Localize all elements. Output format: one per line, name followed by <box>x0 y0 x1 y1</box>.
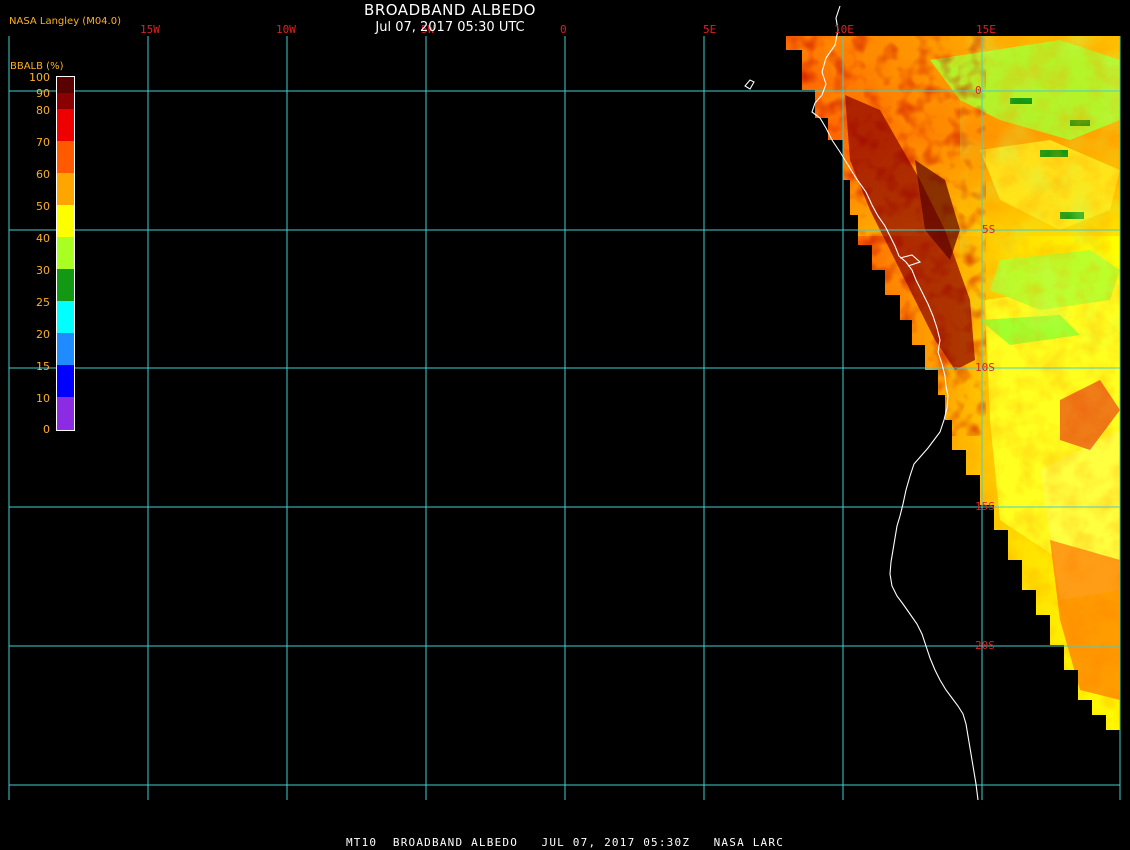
lat-label: 10S <box>975 361 995 374</box>
colorbar-tick: 0 <box>43 423 50 436</box>
colorbar-swatch <box>57 269 74 301</box>
colorbar-tick: 20 <box>36 328 50 341</box>
colorbar-swatch <box>57 173 74 205</box>
colorbar-tick: 25 <box>36 296 50 309</box>
colorbar-tick: 15 <box>36 360 50 373</box>
lon-label: 15E <box>976 23 996 36</box>
footer-caption: MT10 BROADBAND ALBEDO JUL 07, 2017 05:30… <box>345 836 785 849</box>
colorbar-swatch <box>57 333 74 365</box>
colorbar-swatch <box>57 237 74 269</box>
colorbar-swatch <box>57 77 74 93</box>
colorbar-swatch <box>57 365 74 397</box>
colorbar-label: BBALB (%) <box>10 61 64 72</box>
colorbar-tick: 40 <box>36 232 50 245</box>
lat-label: 5S <box>982 223 995 236</box>
colorbar-tick: 10 <box>36 392 50 405</box>
colorbar: 100 90 80 70 60 50 40 30 25 20 15 10 0 <box>29 71 75 436</box>
colorbar-swatch <box>57 301 74 333</box>
colorbar-tick: 70 <box>36 136 50 149</box>
colorbar-swatch <box>57 397 74 430</box>
source-label: NASA Langley (M04.0) <box>9 16 121 27</box>
map-title: BROADBAND ALBEDO <box>364 1 536 19</box>
lat-label: 20S <box>975 639 995 652</box>
lat-label: 0 <box>975 84 982 97</box>
lat-label: 15S <box>975 500 995 513</box>
colorbar-tick: 30 <box>36 264 50 277</box>
colorbar-swatch <box>57 141 74 173</box>
colorbar-tick: 50 <box>36 200 50 213</box>
map-timestamp: Jul 07, 2017 05:30 UTC <box>375 20 525 35</box>
colorbar-tick: 80 <box>36 104 50 117</box>
colorbar-tick: 100 <box>29 71 50 84</box>
colorbar-tick: 60 <box>36 168 50 181</box>
colorbar-swatch <box>57 109 74 141</box>
colorbar-tick: 90 <box>36 87 50 100</box>
colorbar-swatch <box>57 205 74 237</box>
colorbar-swatch <box>57 93 74 109</box>
albedo-data-swath <box>786 36 1120 730</box>
albedo-map: 15W 10W 5W 0 5E 10E 15E 0 5S 10S 15S 20S… <box>8 5 1121 801</box>
